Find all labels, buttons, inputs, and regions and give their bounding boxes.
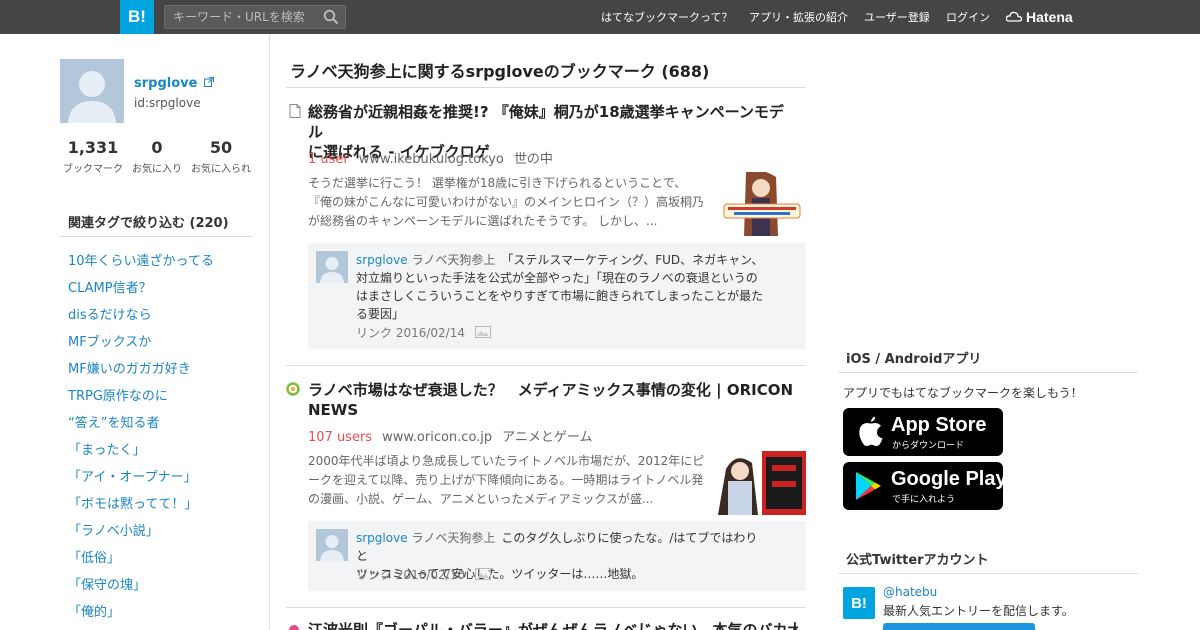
external-link-icon <box>203 77 214 87</box>
comment-link-date[interactable]: リンク 2016/02/10 <box>356 568 465 582</box>
pink-favicon <box>289 625 299 630</box>
search-box[interactable] <box>164 5 346 29</box>
tag-link[interactable]: 「ラノベ小説」 <box>68 520 159 539</box>
tag-link[interactable]: 「保守の塊」 <box>68 574 146 593</box>
top-header: B! はてなブックマークって？ アプリ・拡張の紹介 ユーザー登録 ログイン Ha… <box>0 0 1200 34</box>
twitter-description: 最新人気エントリーを配信します。 <box>883 604 1074 618</box>
comment-user-link[interactable]: srpglove <box>356 253 408 267</box>
left-sidebar: srpglove id:srpglove 1,331 ブックマーク 0 お気に入… <box>0 34 270 630</box>
google-play-button[interactable]: Google Play で手に入れよう <box>843 462 1007 510</box>
category-link[interactable]: 世の中 <box>514 152 553 167</box>
entry-meta: 107 users www.oricon.co.jp アニメとゲーム <box>308 426 593 445</box>
apps-section-title: iOS / Androidアプリ <box>838 343 1138 373</box>
category-link[interactable]: アニメとゲーム <box>502 430 592 445</box>
entry-thumbnail[interactable] <box>716 451 806 515</box>
entry-meta: 1 user www.ikebukulog.tokyo 世の中 <box>308 148 553 167</box>
domain-link[interactable]: www.ikebukulog.tokyo <box>359 152 504 167</box>
tag-link[interactable]: MF嫌いのガガガ好き <box>68 358 191 377</box>
tag-link[interactable]: 「低俗」 <box>68 547 120 566</box>
entry-divider <box>286 365 806 366</box>
anime-thumbnail-image <box>716 172 806 236</box>
comment-footer: リンク 2016/02/14 <box>356 324 491 341</box>
comment-text: srpglove ラノベ天狗参上 「ステルスマーケティング、FUD、ネガキャン、 対… <box>356 253 764 321</box>
user-silhouette-icon <box>320 257 344 283</box>
oricon-favicon <box>286 382 300 396</box>
tag-link[interactable]: TRPG原作なのに <box>68 385 168 404</box>
nav-register[interactable]: ユーザー登録 <box>864 0 930 34</box>
twitter-section-title: 公式Twitterアカウント <box>838 544 1138 574</box>
domain-link[interactable]: www.oricon.co.jp <box>382 430 492 445</box>
tag-link[interactable]: MFブックスか <box>68 331 151 350</box>
nav-apps[interactable]: アプリ・拡張の紹介 <box>749 0 848 34</box>
search-input[interactable] <box>165 6 315 28</box>
stat-favorited[interactable]: 50 お気に入られ <box>189 138 253 175</box>
hatena-brand[interactable]: Hatena <box>1006 0 1073 34</box>
entry-summary: 2000年代半ば頃より急成長していたライトノベル市場だが、2012年にピ ークを… <box>308 454 705 506</box>
user-silhouette-icon <box>68 71 116 123</box>
entry-summary: そうだ選挙に行こう！ 選挙権が18歳に引き下げられるということで、 『俺の妹がこ… <box>308 176 705 228</box>
entry-title-link[interactable]: 江波光則『ゴーパル・バラー』がぜんぜんラノベじゃない、本気のバカ大ス <box>308 620 798 630</box>
tag-link[interactable]: 「アイ・オープナー」 <box>68 466 197 485</box>
comment-tag-link[interactable]: ラノベ天狗参上 <box>412 253 496 267</box>
commenter-avatar[interactable] <box>316 251 348 283</box>
nav-login[interactable]: ログイン <box>946 0 990 34</box>
twitter-follow-button[interactable] <box>883 623 1035 630</box>
entry-thumbnail[interactable] <box>716 172 806 236</box>
image-icon[interactable] <box>474 568 491 580</box>
page-title: ラノベ天狗参上に関するsrpgloveのブックマーク (688) <box>286 52 806 88</box>
comment-tag-link[interactable]: ラノベ天狗参上 <box>412 531 496 545</box>
twitter-handle-link[interactable]: @hatebu <box>883 585 937 599</box>
entry-title-link[interactable]: ラノベ市場はなぜ衰退した？ メディアミックス事情の変化 | ORICON NEW… <box>308 380 798 420</box>
commenter-avatar[interactable] <box>316 529 348 561</box>
profile-name-link[interactable]: srpglove <box>134 76 214 91</box>
comment-link-date[interactable]: リンク 2016/02/14 <box>356 326 465 340</box>
users-count-link[interactable]: 1 user <box>308 152 349 167</box>
hatebu-twitter-avatar[interactable]: B! <box>843 587 875 619</box>
user-silhouette-icon <box>320 535 344 561</box>
related-tags-title: 関連タグで絞り込む (220) <box>60 206 252 237</box>
profile-id: id:srpglove <box>134 96 201 110</box>
book-cover-thumbnail-image <box>716 451 806 515</box>
tag-link[interactable]: disるだけなら <box>68 304 152 323</box>
tag-link[interactable]: 「ボモは黙ってて！」 <box>68 493 197 512</box>
apps-description: アプリでもはてなブックマークを楽しもう！ <box>843 386 1083 400</box>
apple-logo-icon <box>859 416 883 446</box>
comment-box: srpglove ラノベ天狗参上 「ステルスマーケティング、FUD、ネガキャン、 対… <box>308 243 806 349</box>
search-icon[interactable] <box>323 9 339 25</box>
nav-about[interactable]: はてなブックマークって？ <box>601 0 732 34</box>
tag-link[interactable]: CLAMP信者？ <box>68 277 152 296</box>
stat-favorites[interactable]: 0 お気に入り <box>129 138 185 175</box>
tag-link[interactable]: 「まったく」 <box>68 439 145 458</box>
tag-link[interactable]: 「俺的」 <box>68 601 120 620</box>
google-play-logo-icon <box>856 472 881 500</box>
comment-footer: リンク 2016/02/10 <box>356 566 491 583</box>
page-icon <box>289 104 301 118</box>
hatebu-logo[interactable]: B! <box>120 0 154 34</box>
comment-box: srpglove ラノベ天狗参上 このタグ久しぶりに使ったな。/はてブではわりと ツ… <box>308 521 806 591</box>
comment-user-link[interactable]: srpglove <box>356 531 408 545</box>
app-store-button[interactable]: App Store からダウンロード <box>843 408 1003 456</box>
image-icon[interactable] <box>474 326 491 338</box>
stat-bookmarks[interactable]: 1,331 ブックマーク <box>62 138 124 175</box>
entry-divider <box>286 607 806 608</box>
tag-link[interactable]: “答え”を知る者 <box>68 412 159 431</box>
users-count-link[interactable]: 107 users <box>308 430 372 445</box>
tag-link[interactable]: 10年くらい遠ざかってる <box>68 250 214 269</box>
profile-avatar[interactable] <box>60 59 124 123</box>
hatena-cloud-icon <box>1006 11 1022 22</box>
